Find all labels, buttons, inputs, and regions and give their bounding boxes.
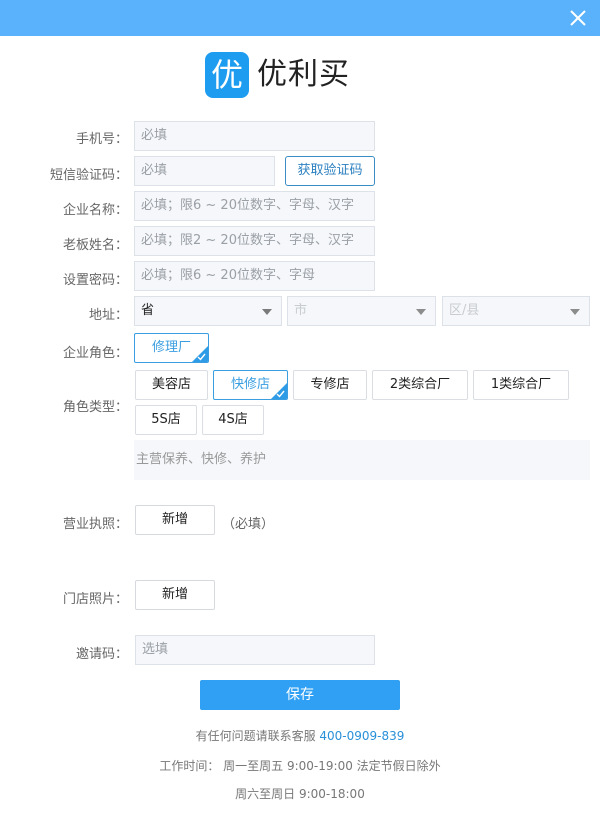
weekend-hours: 周六至周日 9:00-18:00 (235, 787, 365, 801)
district-select[interactable]: 区/县 (442, 296, 590, 326)
checkmark-icon (197, 353, 206, 361)
owner-name-label: 老板姓名： (62, 238, 128, 253)
type-option-class2[interactable]: 2类综合厂 (372, 370, 468, 400)
role-option-repair-shop[interactable]: 修理厂 (134, 333, 209, 363)
save-button[interactable]: 保存 (200, 680, 400, 710)
address-label: 地址： (88, 308, 128, 323)
sms-code-label: 短信验证码： (49, 168, 128, 183)
company-name-input[interactable]: 必填；限6 ~ 20位数字、字母、汉字 (134, 191, 375, 221)
owner-name-input[interactable]: 必填；限2 ~ 20位数字、字母、汉字 (134, 226, 375, 256)
type-option-specialist[interactable]: 专修店 (293, 370, 367, 400)
title-bar (0, 0, 600, 36)
weekday-hours: 工作时间： 周一至周五 9:00-19:00 法定节假日除外 (159, 759, 441, 773)
business-license-label: 营业执照： (62, 517, 128, 532)
add-photo-button[interactable]: 新增 (135, 580, 215, 610)
dropdown-arrow-icon (570, 309, 580, 315)
service-phone-link[interactable]: 400-0909-839 (319, 729, 404, 743)
company-name-label: 企业名称： (62, 203, 128, 218)
type-option-label: 1类综合厂 (490, 377, 552, 392)
type-option-label: 5S店 (151, 412, 181, 427)
store-photo-label: 门店照片： (62, 592, 128, 607)
type-option-label: 专修店 (310, 377, 350, 392)
dropdown-arrow-icon (416, 309, 426, 315)
phone-input[interactable]: 必填 (134, 121, 375, 151)
city-select[interactable]: 市 (287, 296, 436, 326)
invite-code-label: 邀请码： (75, 647, 128, 662)
type-option-label: 4S店 (218, 412, 248, 427)
role-type-label: 角色类型： (62, 400, 128, 415)
type-option-4s[interactable]: 4S店 (202, 405, 264, 435)
role-type-description: 主营保养、快修、养护 (134, 440, 590, 480)
dropdown-arrow-icon (262, 309, 272, 315)
required-note: （必填） (222, 517, 275, 532)
province-select[interactable]: 省 (134, 296, 282, 326)
type-option-5s[interactable]: 5S店 (135, 405, 197, 435)
type-option-label: 快修店 (230, 377, 270, 392)
logo-text: 优利买 (257, 57, 350, 92)
type-option-label: 美容店 (151, 377, 191, 392)
company-role-label: 企业角色： (62, 346, 128, 361)
contact-line: 有任何问题请联系客服 400-0909-839 (0, 727, 600, 744)
close-icon (570, 10, 586, 26)
district-value: 区/县 (449, 303, 480, 318)
password-input[interactable]: 必填；限6 ~ 20位数字、字母 (134, 261, 375, 291)
app-logo: 优 优利买 (205, 52, 350, 98)
get-code-button[interactable]: 获取验证码 (285, 156, 375, 186)
password-label: 设置密码： (62, 273, 128, 288)
logo-icon: 优 (205, 52, 249, 98)
type-option-label: 2类综合厂 (389, 377, 451, 392)
invite-code-input[interactable]: 选填 (135, 635, 375, 665)
phone-label: 手机号： (75, 132, 128, 147)
sms-code-input[interactable]: 必填 (134, 156, 275, 186)
close-button[interactable] (564, 4, 592, 32)
type-option-class1[interactable]: 1类综合厂 (473, 370, 569, 400)
contact-text: 有任何问题请联系客服 (195, 729, 316, 743)
province-value: 省 (141, 303, 155, 318)
type-option-beauty-shop[interactable]: 美容店 (135, 370, 208, 400)
type-option-quick-repair[interactable]: 快修店 (213, 370, 288, 400)
add-license-button[interactable]: 新增 (135, 505, 215, 535)
checkmark-icon (276, 390, 285, 398)
role-option-label: 修理厂 (151, 340, 191, 355)
city-value: 市 (294, 303, 308, 318)
